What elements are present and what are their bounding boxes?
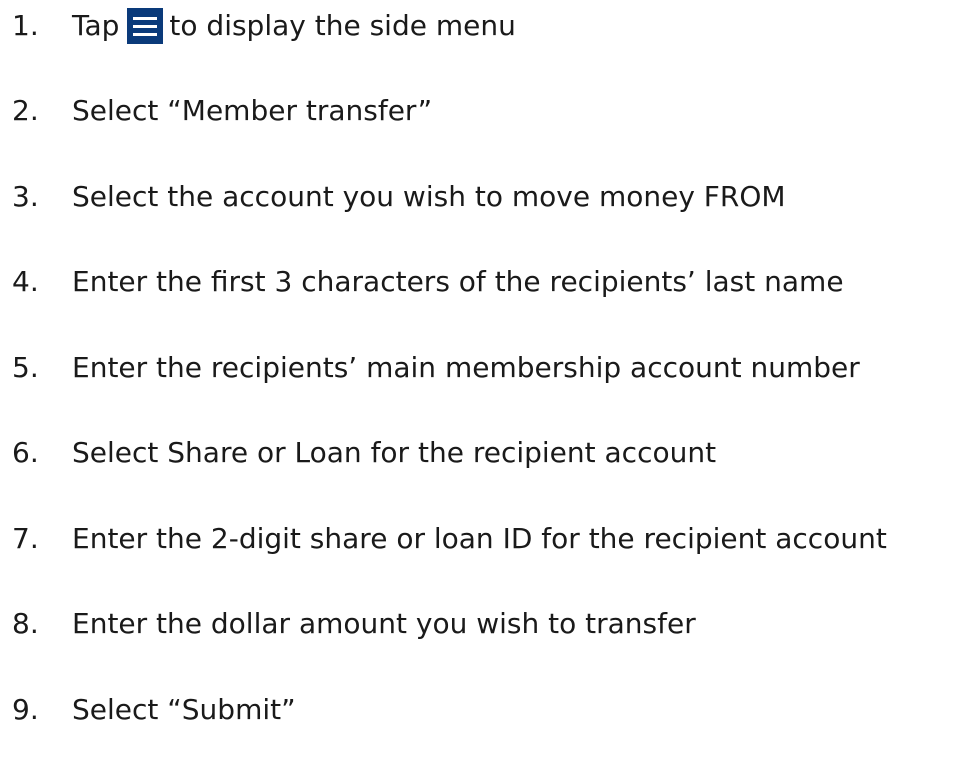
step-9: 9. Select “Submit”: [12, 690, 296, 730]
step-text: Enter the 2-digit share or loan ID for t…: [72, 522, 887, 555]
step-3: 3. Select the account you wish to move m…: [12, 177, 786, 217]
step-6: 6. Select Share or Loan for the recipien…: [12, 433, 716, 473]
step-number: 6.: [12, 436, 39, 469]
step-7: 7. Enter the 2-digit share or loan ID fo…: [12, 519, 887, 559]
step-5: 5. Enter the recipients’ main membership…: [12, 348, 860, 388]
step-1: 1. Tap to display the side menu: [12, 6, 516, 46]
step-text: Enter the dollar amount you wish to tran…: [72, 607, 696, 640]
step-8: 8. Enter the dollar amount you wish to t…: [12, 604, 696, 644]
step-number: 8.: [12, 607, 39, 640]
step-text: Select the account you wish to move mone…: [72, 180, 786, 213]
step-number: 9.: [12, 693, 39, 726]
step-number: 4.: [12, 265, 39, 298]
step-number: 3.: [12, 180, 39, 213]
step-text-after-icon: to display the side menu: [169, 9, 516, 42]
step-text: Select Share or Loan for the recipient a…: [72, 436, 717, 469]
step-4: 4. Enter the first 3 characters of the r…: [12, 262, 844, 302]
step-text: Select “Member transfer”: [72, 94, 433, 127]
hamburger-menu-icon: [127, 8, 164, 44]
step-number: 5.: [12, 351, 39, 384]
step-text: Enter the recipients’ main membership ac…: [72, 351, 860, 384]
step-number: 7.: [12, 522, 39, 555]
step-text: Select “Submit”: [72, 693, 296, 726]
step-number: 1.: [12, 9, 39, 42]
step-2: 2. Select “Member transfer”: [12, 91, 432, 131]
step-number: 2.: [12, 94, 39, 127]
step-text: Enter the first 3 characters of the reci…: [72, 265, 844, 298]
step-text-before-icon: Tap: [72, 9, 120, 42]
